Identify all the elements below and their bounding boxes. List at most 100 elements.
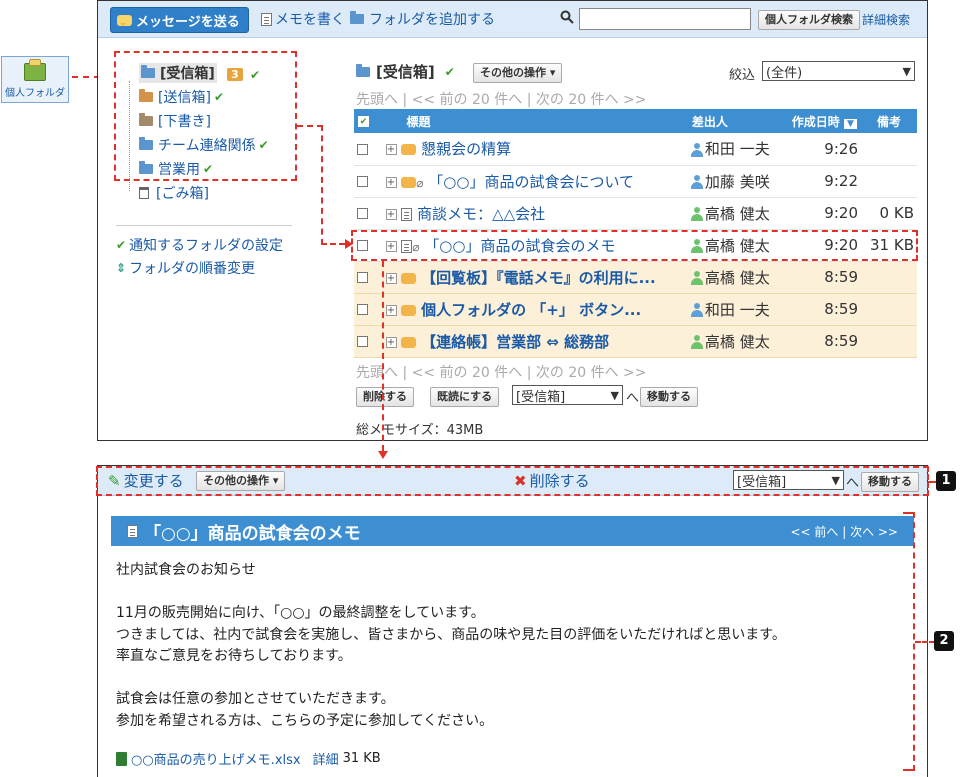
move-button[interactable]: 移動する xyxy=(640,387,698,407)
row-checkbox[interactable] xyxy=(357,336,368,347)
personal-folder-label: 個人フォルダ xyxy=(5,88,65,99)
dropdown-arrow-icon: ▾ xyxy=(549,66,556,79)
memo-body-line: 参加を希望される方は、こちらの予定に参加してください。 xyxy=(116,712,494,729)
pager-top: 先頭へ | << 前の 20 件へ | 次の 20 件へ >> xyxy=(356,92,647,108)
notify-folder-settings-label: 通知するフォルダの設定 xyxy=(129,238,284,254)
select-all-header[interactable]: ✔ xyxy=(354,109,383,133)
message-sender[interactable]: 高橋 健太 xyxy=(705,333,770,351)
folder-title-text: [受信箱] xyxy=(376,63,435,81)
message-subject[interactable]: 【回覧板】『電話メモ』の利用に... xyxy=(421,269,656,287)
message-sender[interactable]: 和田 一夫 xyxy=(705,140,770,158)
filter-label: 絞込 xyxy=(729,68,756,83)
column-sender[interactable]: 差出人 xyxy=(687,109,780,133)
search-input[interactable] xyxy=(579,8,751,30)
expand-icon[interactable]: + xyxy=(385,304,397,316)
folder-trash[interactable]: [ごみ箱] xyxy=(139,183,209,203)
trash-icon xyxy=(139,187,149,199)
message-time: 8:59 xyxy=(779,293,861,326)
message-sender[interactable]: 高橋 健太 xyxy=(705,269,770,287)
message-note xyxy=(860,261,917,294)
pager-prev[interactable]: << 前の 20 件へ xyxy=(412,365,523,381)
filter-select[interactable]: (全件) ▼ xyxy=(762,61,915,81)
move-folder-select[interactable]: [受信箱] ▼ xyxy=(512,385,623,405)
check-icon: ✔ xyxy=(116,238,127,252)
send-message-button[interactable]: メッセージを送る xyxy=(110,7,249,33)
message-note: 0 KB xyxy=(860,197,917,230)
message-subject[interactable]: 個人フォルダの 「+」 ボタン... xyxy=(421,301,641,319)
user-icon xyxy=(690,142,703,157)
table-row[interactable]: + 商談メモ：△△会社 高橋 健太 9:20 0 KB xyxy=(354,197,917,230)
body-bracket xyxy=(903,512,915,771)
add-folder-label: フォルダを追加する xyxy=(369,12,495,28)
message-subject[interactable]: 「○○」商品の試食会について xyxy=(428,173,634,191)
notify-check-icon: ✔ xyxy=(444,64,455,79)
message-subject[interactable]: 懇親会の精算 xyxy=(421,140,511,158)
attachment-size: 31 KB xyxy=(342,751,381,766)
column-date[interactable]: 作成日時 ▼ xyxy=(779,109,861,133)
pager-next[interactable]: 次の 20 件へ >> xyxy=(536,365,647,381)
user-icon xyxy=(690,175,703,189)
message-sender[interactable]: 和田 一夫 xyxy=(705,301,770,319)
select-all-checkbox[interactable]: ✔ xyxy=(358,116,369,127)
message-sender[interactable]: 加藤 美咲 xyxy=(705,173,770,191)
message-subject[interactable]: 【連絡帳】営業部 ⇔ 総務部 xyxy=(421,333,609,351)
current-folder-title: [受信箱] ✔ xyxy=(356,61,455,82)
notify-folder-settings-link[interactable]: ✔ 通知するフォルダの設定 xyxy=(116,235,283,255)
table-row[interactable]: + 【連絡帳】営業部 ⇔ 総務部 高橋 健太 8:59 xyxy=(354,325,917,358)
row-checkbox[interactable] xyxy=(357,143,368,155)
expand-icon[interactable]: + xyxy=(385,176,397,188)
mark-read-button[interactable]: 既読にする xyxy=(430,387,500,407)
chevron-down-icon: ▼ xyxy=(610,388,619,402)
selected-row-highlight xyxy=(351,230,918,261)
table-row[interactable]: + 【回覧板】『電話メモ』の利用に... 高橋 健太 8:59 xyxy=(354,261,917,294)
callout-1-badge: 1 xyxy=(936,471,956,491)
column-subject[interactable]: 標題 xyxy=(382,109,688,133)
folder-highlight xyxy=(114,51,297,181)
attachment-clip-icon: ⌀ xyxy=(416,175,424,190)
message-time: 9:26 xyxy=(779,133,861,166)
write-memo-link[interactable]: メモを書く xyxy=(261,9,345,29)
other-operations-button[interactable]: その他の操作 ▾ xyxy=(473,63,563,83)
personal-folder-icon[interactable]: 個人フォルダ xyxy=(1,56,69,103)
message-sender[interactable]: 高橋 健太 xyxy=(705,205,770,223)
message-subject[interactable]: 商談メモ：△△会社 xyxy=(417,205,545,223)
memo-body-line: つきましては、社内で試食会を実施し、皆さまから、商品の味や見た目の評価をいただけ… xyxy=(116,626,786,643)
table-row[interactable]: + 個人フォルダの 「+」 ボタン... 和田 一夫 8:59 xyxy=(354,293,917,326)
user-icon xyxy=(690,271,703,285)
advanced-search-link[interactable]: 詳細検索 xyxy=(862,11,910,28)
expand-icon[interactable]: + xyxy=(385,144,397,156)
pager-first[interactable]: 先頭へ xyxy=(356,92,398,108)
table-row[interactable]: + ⌀ 「○○」商品の試食会について 加藤 美咲 9:22 xyxy=(354,165,917,198)
row-checkbox[interactable] xyxy=(357,304,368,315)
folder-icon xyxy=(356,63,370,77)
add-folder-link[interactable]: フォルダを追加する xyxy=(350,9,495,29)
row-checkbox[interactable] xyxy=(357,208,368,219)
table-row[interactable]: + 懇親会の精算 和田 一夫 9:26 xyxy=(354,133,917,166)
row-checkbox[interactable] xyxy=(357,272,368,283)
row-checkbox[interactable] xyxy=(357,176,368,187)
updown-arrow-icon: ⇕ xyxy=(116,261,127,275)
memo-body-line: 試食会は任意の参加とさせていただきます。 xyxy=(116,691,395,707)
message-time: 9:20 xyxy=(779,197,861,230)
expand-icon[interactable]: + xyxy=(385,336,397,348)
message-icon xyxy=(117,14,132,26)
callout-2-badge: 2 xyxy=(934,631,954,651)
pager-prev[interactable]: << 前の 20 件へ xyxy=(412,92,523,108)
message-icon xyxy=(401,272,417,284)
attachment-detail-link[interactable]: 詳細 xyxy=(313,749,339,768)
memo-body-line: 11月の販売開始に向け、「○○」の最終調整をしています。 xyxy=(116,605,485,621)
pager-next[interactable]: 次の 20 件へ >> xyxy=(536,92,647,108)
delete-button[interactable]: 削除する xyxy=(356,387,414,407)
pager-first[interactable]: 先頭へ xyxy=(356,365,398,381)
move-folder-value: [受信箱] xyxy=(516,389,566,405)
folder-icon xyxy=(350,11,364,24)
move-to-label: へ xyxy=(626,391,640,406)
personal-folder-search-button[interactable]: 個人フォルダ検索 xyxy=(758,10,860,30)
prev-next-nav[interactable]: << 前へ | 次へ >> xyxy=(790,523,898,540)
folder-order-link[interactable]: ⇕ フォルダの順番変更 xyxy=(116,258,255,278)
message-time: 8:59 xyxy=(779,325,861,358)
sort-desc-icon: ▼ xyxy=(843,118,857,129)
expand-icon[interactable]: + xyxy=(385,208,397,220)
expand-icon[interactable]: + xyxy=(385,272,397,284)
attachment-link[interactable]: ○○商品の売り上げメモ.xlsx xyxy=(131,749,301,768)
